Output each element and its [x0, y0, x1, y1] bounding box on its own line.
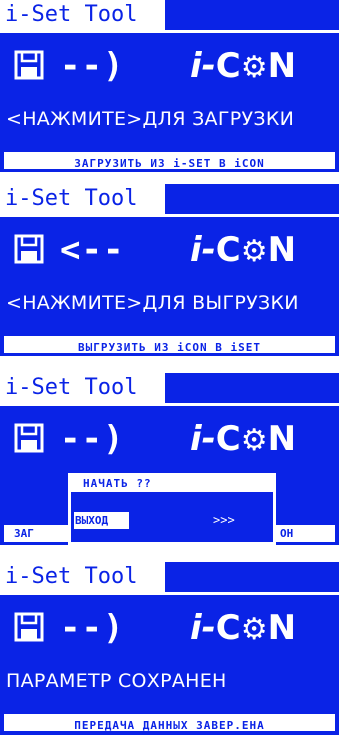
status-bar: ЗАГРУЗИТЬ ИЗ i-SET В iCON: [4, 152, 335, 170]
brand-c: C: [215, 230, 241, 270]
brand-c: C: [215, 608, 241, 648]
title-divider: [0, 214, 339, 217]
brand-i: i: [190, 230, 202, 270]
floppy-disk-icon: [14, 612, 44, 642]
gear-icon: ⚙: [240, 423, 268, 458]
prompt-text: <НАЖМИТЕ>ДЛЯ ЗАГРУЗКИ: [6, 108, 295, 130]
exit-option-label: ВЫХОД: [75, 514, 109, 527]
more-options-indicator[interactable]: >>>: [213, 512, 235, 529]
logo-row: --) i-C⚙N: [0, 604, 339, 652]
brand-n: N: [267, 230, 297, 270]
title-text: i-Set Tool: [5, 186, 138, 211]
status-text: ВЫГРУЗИТЬ ИЗ iCON В iSET: [78, 341, 261, 354]
gear-icon: ⚙: [240, 50, 268, 85]
title-bar: i-Set Tool: [0, 373, 165, 403]
direction-arrow: --): [60, 46, 125, 86]
logo-row: --) i-C⚙N: [0, 42, 339, 90]
icon-brand-logo: i-C⚙N: [190, 43, 296, 91]
title-text: i-Set Tool: [5, 2, 138, 27]
title-text: i-Set Tool: [5, 375, 138, 400]
brand-n: N: [267, 46, 297, 86]
status-bar-left-fragment: ЗАГ: [4, 525, 72, 542]
floppy-disk-icon: [14, 234, 44, 264]
screen-saved: i-Set Tool --) i-C⚙N ПАРАМЕТР СОХРАНЕН П…: [0, 562, 339, 735]
screen-download: i-Set Tool <-- i-C⚙N <НАЖМИТЕ>ДЛЯ ВЫГРУЗ…: [0, 184, 339, 356]
title-bar: i-Set Tool: [0, 562, 165, 592]
brand-dash: -: [201, 230, 216, 270]
status-text: ПЕРЕДАЧА ДАННЫХ ЗАВЕР.ЕНА: [74, 719, 265, 732]
gear-icon: ⚙: [240, 234, 268, 269]
confirm-dialog: НАЧАТЬ ?? ВЫХОД >>>: [68, 473, 276, 545]
logo-row: <-- i-C⚙N: [0, 226, 339, 274]
status-text: ЗАГРУЗИТЬ ИЗ i-SET В iCON: [74, 157, 265, 170]
brand-i: i: [190, 419, 202, 459]
title-divider: [0, 403, 339, 406]
screen-upload: i-Set Tool --) i-C⚙N <НАЖМИТЕ>ДЛЯ ЗАГРУЗ…: [0, 0, 339, 172]
dialog-title: НАЧАТЬ ??: [83, 477, 152, 490]
floppy-disk-icon: [14, 423, 44, 453]
gear-icon: ⚙: [240, 612, 268, 647]
title-divider: [0, 30, 339, 33]
title-divider: [0, 592, 339, 595]
direction-arrow: --): [60, 608, 125, 648]
prompt-text: ПАРАМЕТР СОХРАНЕН: [6, 670, 227, 692]
direction-arrow: --): [60, 419, 125, 459]
status-fragment-text: ЗАГ: [14, 527, 34, 540]
logo-row: --) i-C⚙N: [0, 415, 339, 463]
dialog-title-bar: НАЧАТЬ ??: [71, 476, 273, 492]
title-bar: i-Set Tool: [0, 0, 165, 30]
icon-brand-logo: i-C⚙N: [190, 227, 296, 275]
prompt-text: <НАЖМИТЕ>ДЛЯ ВЫГРУЗКИ: [6, 292, 299, 314]
floppy-disk-icon: [14, 50, 44, 80]
brand-i: i: [190, 46, 202, 86]
title-bar: i-Set Tool: [0, 184, 165, 214]
brand-dash: -: [201, 608, 216, 648]
status-bar-right-fragment: ОН: [276, 525, 335, 542]
brand-dash: -: [201, 419, 216, 459]
exit-option[interactable]: ВЫХОД: [74, 512, 129, 529]
brand-n: N: [267, 419, 297, 459]
title-text: i-Set Tool: [5, 564, 138, 589]
icon-brand-logo: i-C⚙N: [190, 605, 296, 653]
status-bar: ВЫГРУЗИТЬ ИЗ iCON В iSET: [4, 336, 335, 354]
brand-c: C: [215, 419, 241, 459]
status-fragment-text: ОН: [280, 527, 294, 540]
brand-n: N: [267, 608, 297, 648]
icon-brand-logo: i-C⚙N: [190, 416, 296, 464]
brand-c: C: [215, 46, 241, 86]
brand-i: i: [190, 608, 202, 648]
brand-dash: -: [201, 46, 216, 86]
screen-confirm-dialog: i-Set Tool --) i-C⚙N ЗАГ ОН НАЧАТЬ ?? ВЫ…: [0, 373, 339, 545]
status-bar: ПЕРЕДАЧА ДАННЫХ ЗАВЕР.ЕНА: [4, 714, 335, 732]
direction-arrow: <--: [60, 230, 125, 270]
